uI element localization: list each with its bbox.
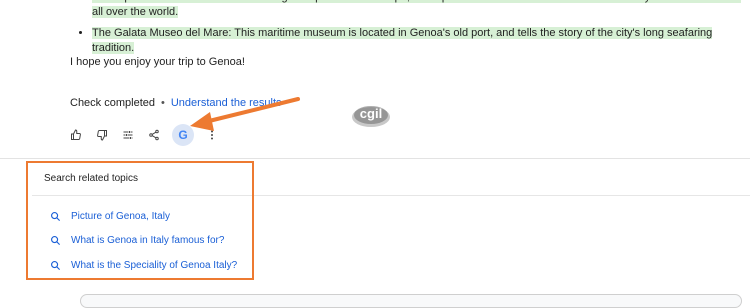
svg-text:cgil: cgil xyxy=(360,106,382,121)
bullet-aquarium-text: The Aquarium of Genoa: One of the larges… xyxy=(92,0,742,18)
response-toolbar: G xyxy=(68,124,230,146)
thumbs-up-icon xyxy=(71,129,81,140)
bullet-aquarium: The Aquarium of Genoa: One of the larges… xyxy=(92,0,750,20)
separator-dot: • xyxy=(161,97,165,109)
check-status: Check completed • Understand the results xyxy=(70,97,282,109)
response-bullet-list: The Aquarium of Genoa: One of the larges… xyxy=(70,0,750,62)
share-icon xyxy=(149,129,159,141)
bullet-galata-text: The Galata Museo del Mare: This maritime… xyxy=(92,27,713,54)
section-divider xyxy=(0,158,750,159)
more-vert-icon xyxy=(211,130,213,140)
check-status-text: Check completed xyxy=(70,97,155,109)
google-icon: G xyxy=(178,128,188,142)
cgil-watermark-logo: cgil xyxy=(352,106,390,127)
google-it-button[interactable]: G xyxy=(172,124,194,146)
thumbs-up-button[interactable] xyxy=(68,127,84,143)
more-options-button[interactable] xyxy=(204,127,220,143)
thumbs-down-button[interactable] xyxy=(94,127,110,143)
understand-results-link[interactable]: Understand the results xyxy=(171,97,282,109)
tune-icon xyxy=(123,131,133,139)
share-button[interactable] xyxy=(146,127,162,143)
bullet-galata: The Galata Museo del Mare: This maritime… xyxy=(92,26,750,56)
prompt-input-bar[interactable] xyxy=(80,294,742,308)
closing-text: I hope you enjoy your trip to Genoa! xyxy=(70,56,245,68)
thumbs-down-icon xyxy=(97,130,107,141)
annotation-highlight-box xyxy=(26,161,254,280)
tune-button[interactable] xyxy=(120,127,136,143)
